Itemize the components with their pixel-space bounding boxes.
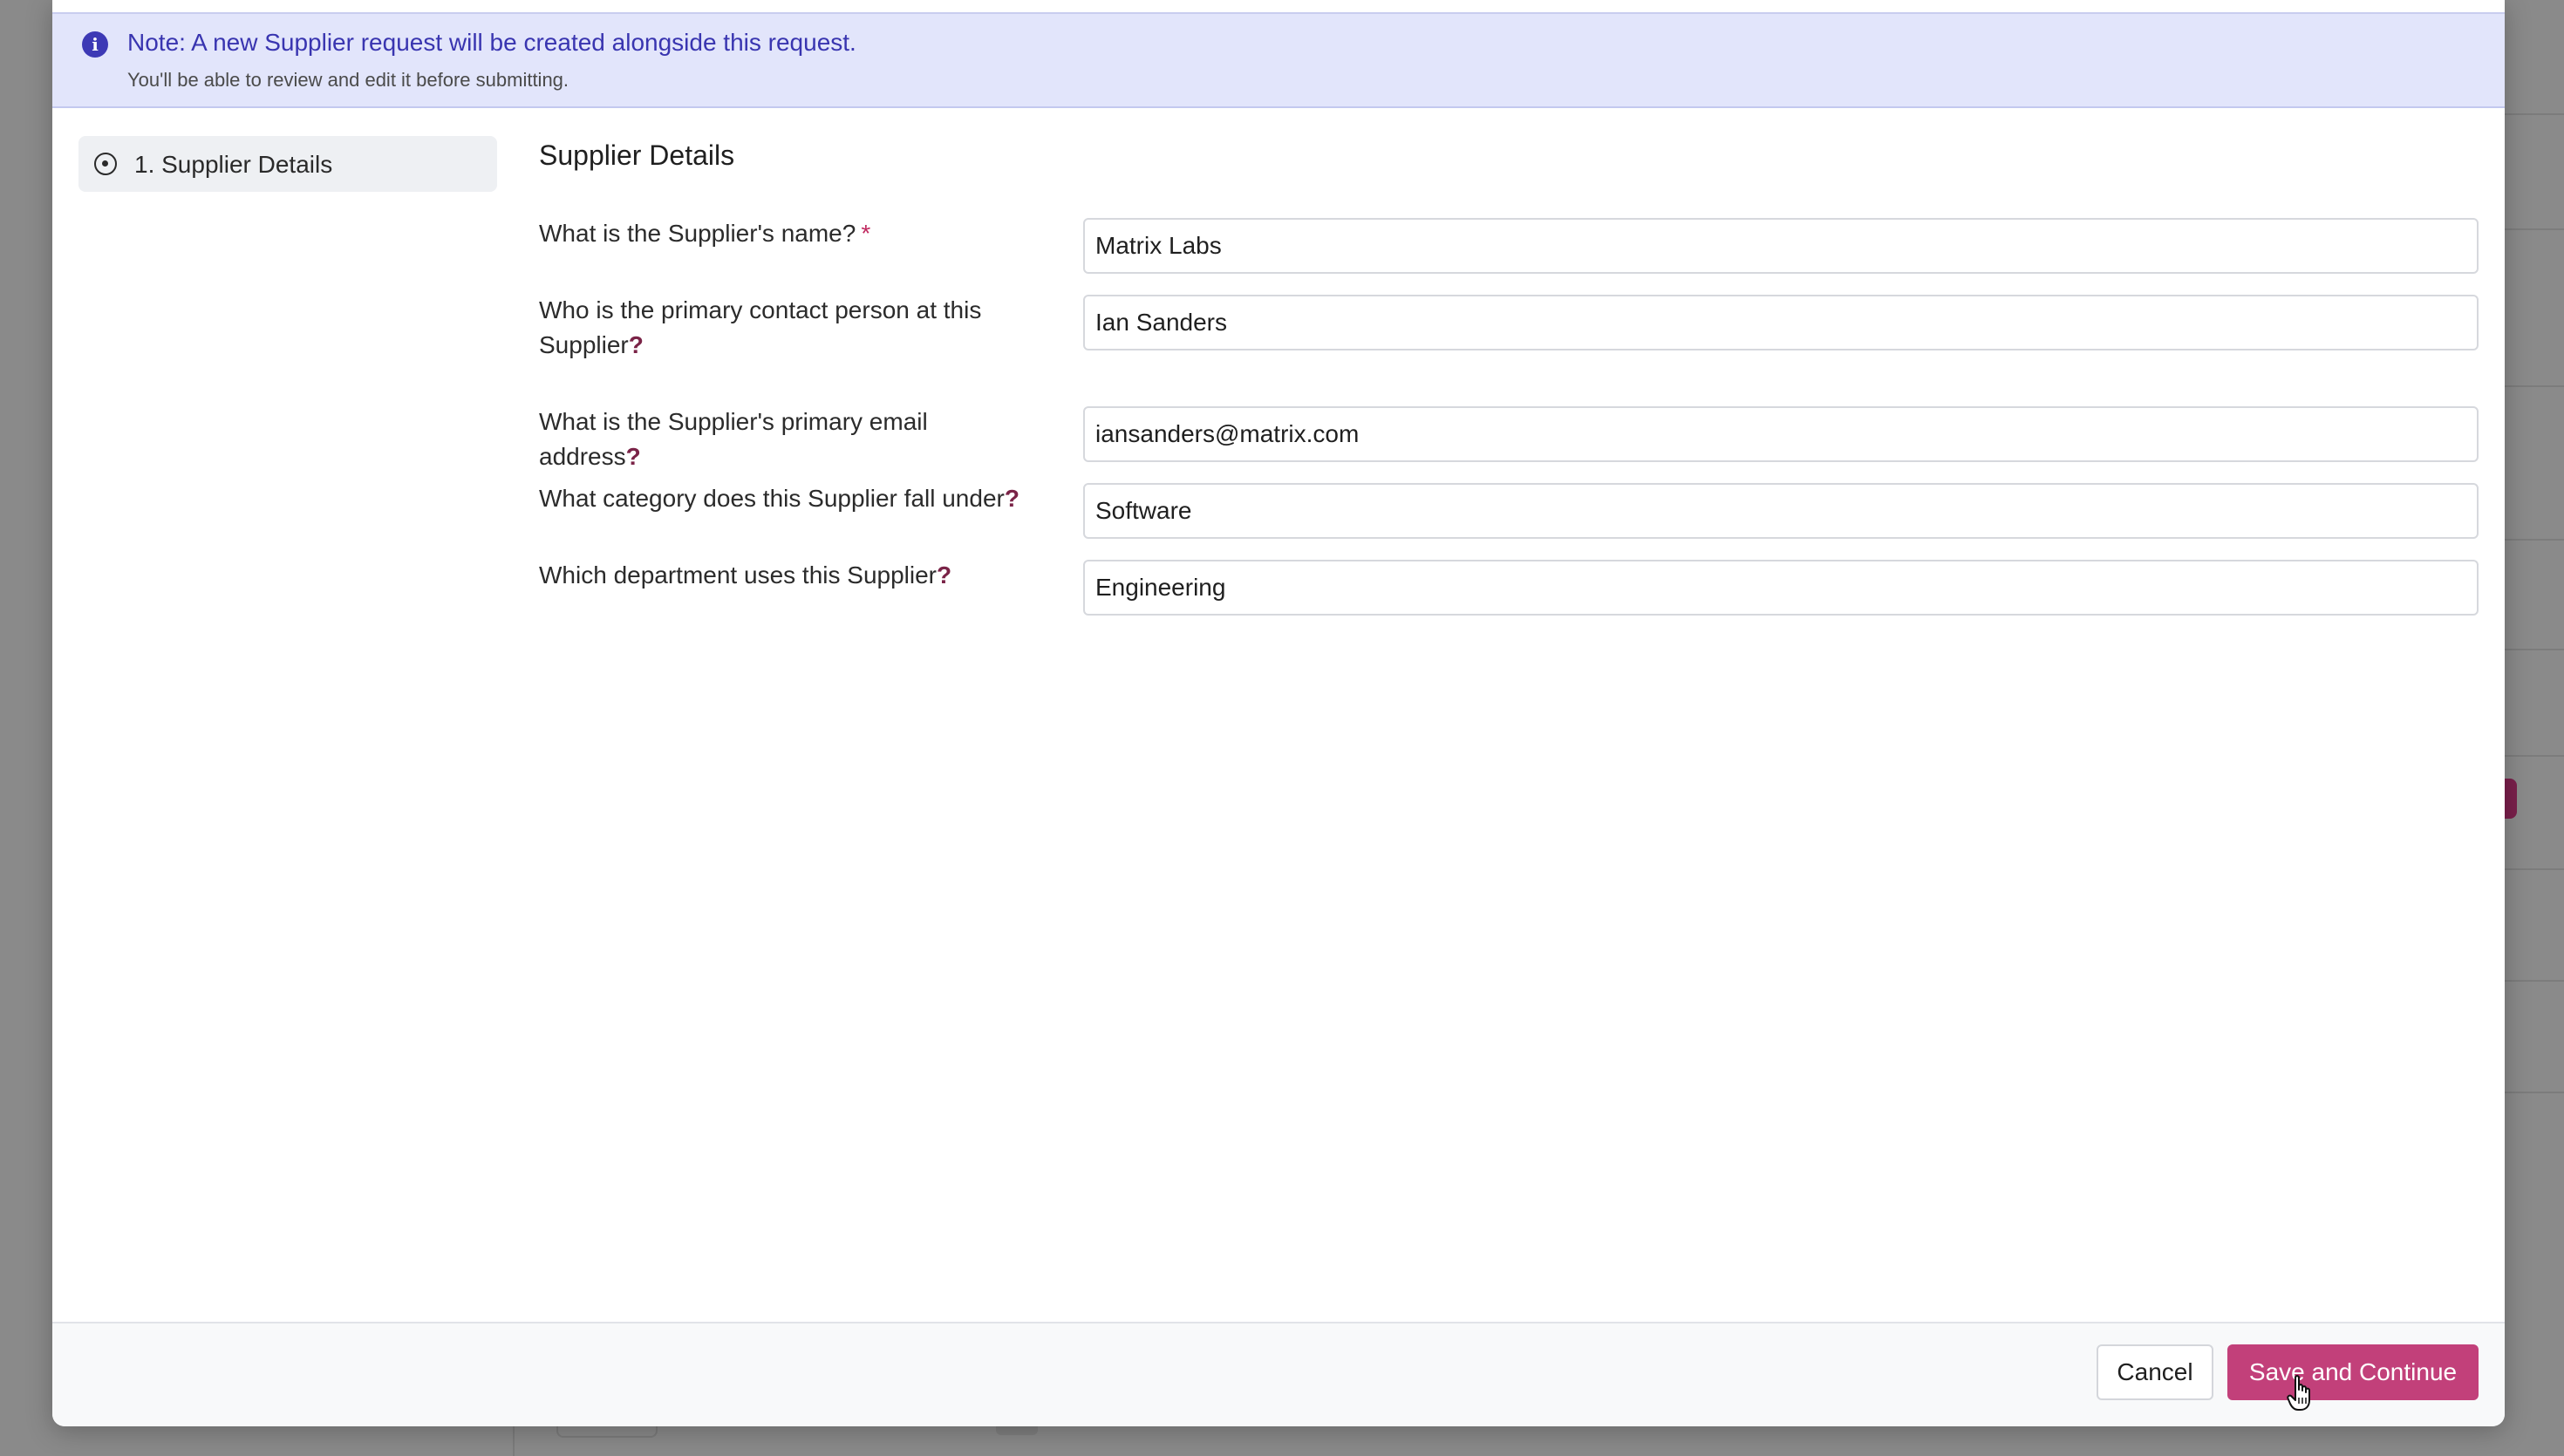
help-marker: ? [937,561,952,589]
step-label: 1. Supplier Details [134,151,333,178]
primary-email-input[interactable] [1083,406,2479,462]
primary-contact-input[interactable] [1083,295,2479,350]
category-label: What category does this Supplier fall un… [539,485,1019,512]
background-divider [2503,868,2564,870]
step-item-supplier-details[interactable]: 1. Supplier Details [78,136,497,192]
info-icon: i [82,31,108,58]
background-divider [2503,649,2564,650]
help-marker: ? [1004,485,1019,512]
step-circle-icon [94,153,117,175]
primary-contact-label: Who is the primary contact person at thi… [539,296,982,358]
help-marker: ? [625,443,641,470]
modal-top-edge [52,0,2505,14]
note-title: Note: A new Supplier request will be cre… [127,29,856,56]
background-divider [2503,385,2564,387]
background-divider [2503,1092,2564,1093]
modal-body: 1. Supplier Details Supplier Details Wha… [52,108,2505,1318]
cancel-button[interactable]: Cancel [2097,1344,2213,1400]
supplier-name-input[interactable] [1083,218,2479,274]
note-subtitle: You'll be able to review and edit it bef… [127,69,569,91]
primary-email-label: What is the Supplier's primary email add… [539,408,928,470]
department-label: Which department uses this Supplier? [539,561,952,589]
background-divider [2503,755,2564,757]
supplier-request-modal: i Note: A new Supplier request will be c… [52,0,2505,1426]
background-divider [2503,228,2564,230]
note-banner: i Note: A new Supplier request will be c… [52,14,2505,108]
help-marker: ? [628,331,644,358]
modal-footer: Cancel Save and Continue [52,1322,2505,1426]
department-input[interactable] [1083,560,2479,616]
supplier-name-label: What is the Supplier's name? * [539,220,871,247]
section-title: Supplier Details [539,139,735,171]
hand-cursor-icon [2287,1375,2310,1411]
save-and-continue-button[interactable]: Save and Continue [2227,1344,2479,1400]
background-divider [2503,980,2564,982]
required-marker: * [861,220,871,247]
background-divider [2503,113,2564,115]
category-input[interactable] [1083,483,2479,539]
background-divider [2503,539,2564,541]
